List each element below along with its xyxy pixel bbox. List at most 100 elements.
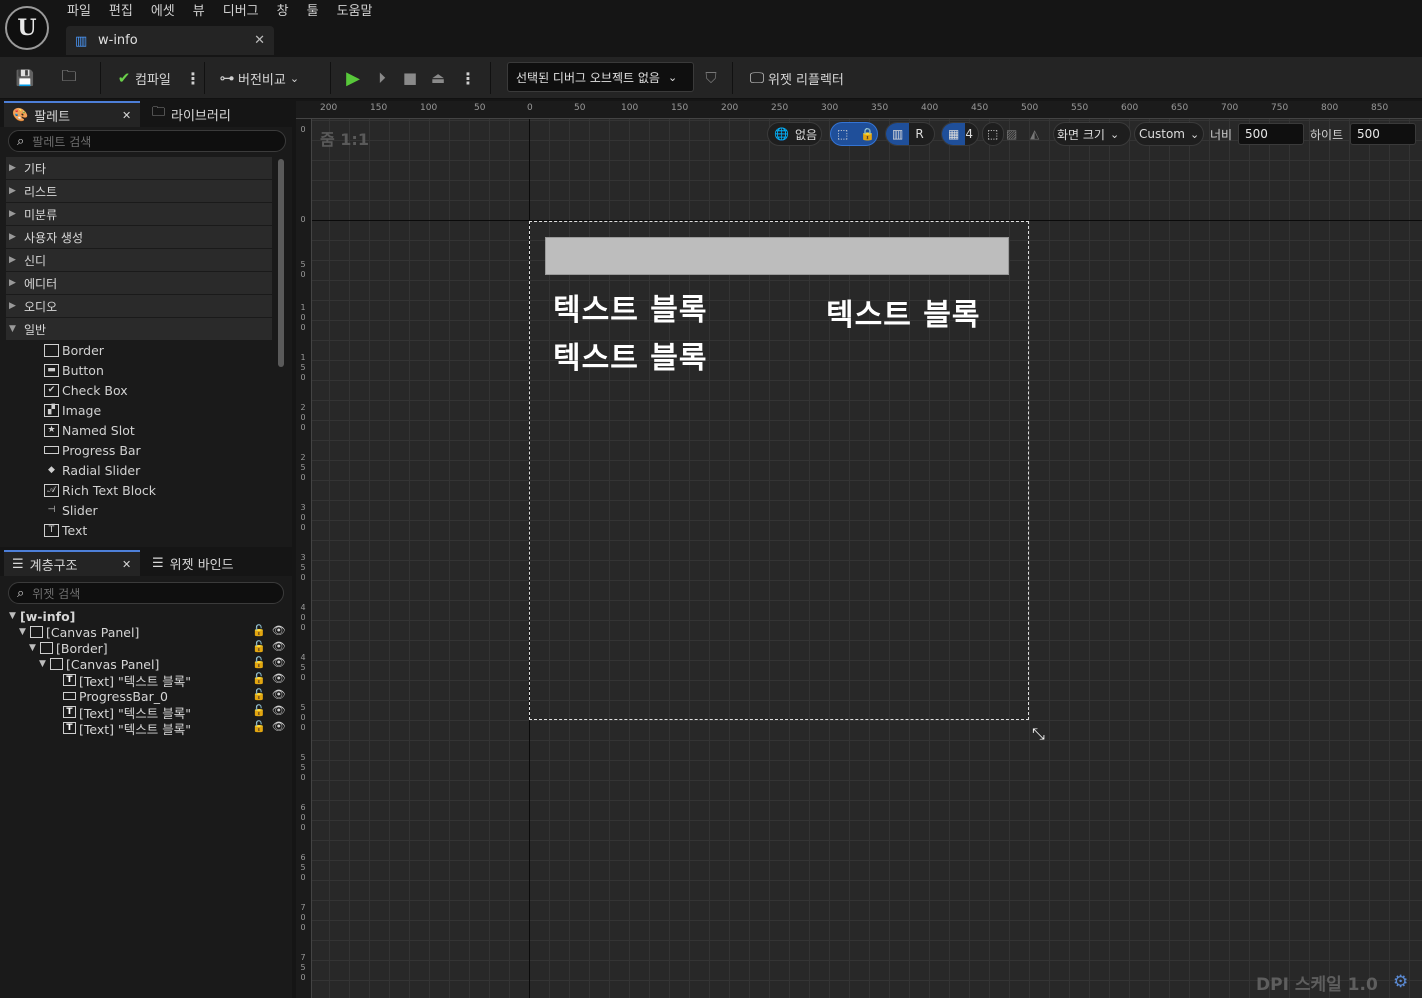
compile-button[interactable]: ✔ 컴파일 <box>113 65 171 91</box>
progress-bar-widget[interactable] <box>545 237 1009 275</box>
toolbar-divider <box>490 62 491 94</box>
close-icon[interactable]: ✕ <box>122 109 131 122</box>
ruler-label: 100 <box>621 103 639 113</box>
ruler-label: 400 <box>921 103 939 113</box>
widget-reflector-button[interactable]: 🖵 위젯 리플렉터 <box>746 65 844 91</box>
eject-button[interactable]: ⏏ <box>427 65 449 91</box>
respect-locks-toggle[interactable]: ▥ R <box>885 122 935 146</box>
chevron-down-icon: ⌄ <box>1189 127 1200 141</box>
selection-lock-toggle[interactable]: ⬚ 🔒 <box>830 122 878 146</box>
flip-toggle[interactable]: ◭ <box>1030 122 1050 146</box>
menu-tools[interactable]: 툴 <box>298 0 328 24</box>
palette-category[interactable]: ▶ 오디오 <box>6 295 272 317</box>
screen-size-dropdown[interactable]: 화면 크기 ⌄ <box>1053 122 1131 146</box>
unreal-logo-icon[interactable]: U <box>5 6 49 50</box>
tree-item-text[interactable]: T [Text] "텍스트 블록" <box>63 672 191 689</box>
close-icon[interactable]: ✕ <box>254 33 265 48</box>
lock-icon: 🔒 <box>860 127 876 141</box>
palette-scrollbar[interactable] <box>278 159 284 367</box>
gear-icon[interactable]: ⚙ <box>1393 972 1408 992</box>
tree-item-root[interactable]: ▼ [w-info] <box>9 608 75 624</box>
text-block-widget[interactable]: 텍스트 블록 <box>553 285 707 329</box>
palette-category[interactable]: ▶ 미분류 <box>6 203 272 225</box>
debug-object-select[interactable]: 선택된 디버그 오브젝트 없음 ⌄ <box>507 62 694 92</box>
background-image-toggle[interactable]: ▨ <box>1006 122 1026 146</box>
unlock-icon[interactable]: 🔓 <box>252 704 266 720</box>
play-options-button[interactable]: ⋮ <box>460 65 476 91</box>
document-tab[interactable]: ▥ w-info ✕ <box>66 26 274 55</box>
tree-item-border[interactable]: ▼ [Border] <box>29 640 108 656</box>
tree-item-canvas-panel[interactable]: ▼ [Canvas Panel] <box>19 624 139 640</box>
debug-filter-button[interactable]: ⛉ <box>700 65 722 91</box>
palette-category[interactable]: ▶ 신디 <box>6 249 272 271</box>
tab-hierarchy[interactable]: ☰ 계층구조 ✕ <box>4 550 140 576</box>
palette-category[interactable]: ▶ 기타 <box>6 157 272 179</box>
resize-handle-icon[interactable]: ⤡ <box>1032 724 1045 744</box>
eye-icon[interactable]: 👁 <box>272 704 286 720</box>
height-input[interactable]: 500 <box>1350 123 1416 145</box>
version-compare-button[interactable]: ⊶ 버전비교 ⌄ <box>216 65 300 91</box>
grid-snap-toggle[interactable]: ▦ 4 <box>941 122 979 146</box>
eye-icon[interactable]: 👁 <box>272 672 286 688</box>
menu-help[interactable]: 도움말 <box>328 0 382 24</box>
palette-item-border[interactable]: Border <box>44 340 104 360</box>
palette-category[interactable]: ▶ 에디터 <box>6 272 272 294</box>
tree-item-label: ProgressBar_0 <box>79 688 168 704</box>
palette-category-expanded[interactable]: ▼ 일반 <box>6 318 272 340</box>
palette-item-button[interactable]: ▬ Button <box>44 360 104 380</box>
browse-button[interactable]: 🗀 <box>58 65 80 91</box>
unlock-icon[interactable]: 🔓 <box>252 672 266 688</box>
palette-search-input[interactable]: ⌕ 팔레트 검색 <box>8 130 286 152</box>
tab-library[interactable]: 🗀 라이브러리 <box>144 101 284 127</box>
widget-search-input[interactable]: ⌕ 위젯 검색 <box>8 582 284 604</box>
unlock-icon[interactable]: 🔓 <box>252 640 266 656</box>
tab-widget-binding[interactable]: ☰ 위젯 바인드 <box>144 550 284 576</box>
collapse-arrow-icon: ▼ <box>39 659 46 669</box>
stop-button[interactable]: ■ <box>399 65 421 91</box>
menu-edit[interactable]: 편집 <box>100 0 142 24</box>
unlock-icon[interactable]: 🔓 <box>252 688 266 704</box>
eye-icon[interactable]: 👁 <box>272 624 286 640</box>
palette-item-image[interactable]: ▞ Image <box>44 400 101 420</box>
palette-item-named-slot[interactable]: ★ Named Slot <box>44 420 135 440</box>
step-button[interactable]: ⏵ <box>371 65 393 91</box>
text-block-widget[interactable]: 텍스트 블록 <box>826 290 980 334</box>
ruler-label: 650 <box>300 853 306 882</box>
tree-item-text[interactable]: T [Text] "텍스트 블록" <box>63 720 191 737</box>
compile-options-button[interactable]: ⋮ <box>185 65 201 91</box>
palette-item-checkbox[interactable]: ✔ Check Box <box>44 380 128 400</box>
eye-icon[interactable]: 👁 <box>272 640 286 656</box>
localization-preview-button[interactable]: 🌐 없음 <box>767 122 822 146</box>
width-input[interactable]: 500 <box>1238 123 1304 145</box>
menu-debug[interactable]: 디버그 <box>214 0 268 24</box>
palette-item-rich-text-block[interactable]: 𝒜 Rich Text Block <box>44 480 156 500</box>
eye-icon[interactable]: 👁 <box>272 720 286 736</box>
text-block-widget[interactable]: 텍스트 블록 <box>553 333 707 377</box>
palette-category[interactable]: ▶ 사용자 생성 <box>6 226 272 248</box>
palette-item-label: Check Box <box>62 382 128 398</box>
eye-icon[interactable]: 👁 <box>272 688 286 704</box>
unlock-icon[interactable]: 🔓 <box>252 624 266 640</box>
tab-palette[interactable]: 🎨 팔레트 ✕ <box>4 101 140 127</box>
play-button[interactable]: ▶ <box>342 65 364 91</box>
eye-icon[interactable]: 👁 <box>272 656 286 672</box>
menu-window[interactable]: 창 <box>268 0 298 24</box>
size-mode-dropdown[interactable]: Custom ⌄ <box>1134 122 1204 146</box>
palette-item-radial-slider[interactable]: ◆ Radial Slider <box>44 460 140 480</box>
palette-category[interactable]: ▶ 리스트 <box>6 180 272 202</box>
more-options-icon: ⋮ <box>185 68 201 88</box>
menu-file[interactable]: 파일 <box>58 0 100 24</box>
menu-view[interactable]: 뷰 <box>184 0 214 24</box>
menu-asset[interactable]: 에셋 <box>142 0 184 24</box>
collapse-arrow-icon: ▼ <box>9 324 16 334</box>
unlock-icon[interactable]: 🔓 <box>252 656 266 672</box>
unlock-icon[interactable]: 🔓 <box>252 720 266 736</box>
palette-category-label: 오디오 <box>24 299 58 314</box>
outline-toggle[interactable]: ⬚ <box>982 122 1004 146</box>
palette-item-slider[interactable]: ⊣ Slider <box>44 500 98 520</box>
palette-item-text[interactable]: T Text <box>44 520 87 540</box>
close-icon[interactable]: ✕ <box>122 558 131 571</box>
palette-item-progress-bar[interactable]: Progress Bar <box>44 440 141 460</box>
slider-icon: ⊣ <box>47 505 56 515</box>
save-button[interactable]: 💾 <box>14 65 36 91</box>
